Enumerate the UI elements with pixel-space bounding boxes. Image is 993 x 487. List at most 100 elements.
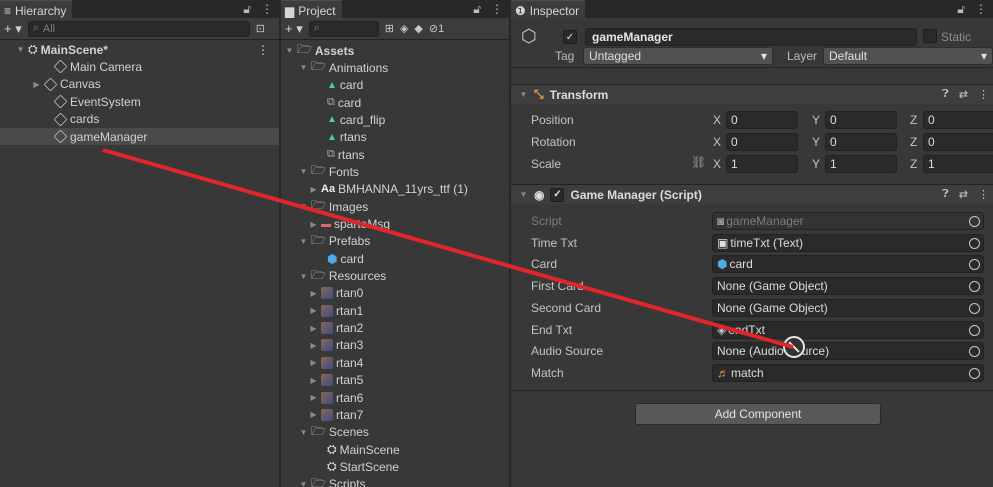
expand-arrow-icon[interactable]: ▶ (309, 289, 318, 298)
script-component-header[interactable]: ▼ ◉ ✓ Game Manager (Script) ❓︎ ⇄ ⋮ (511, 184, 993, 204)
tab-inspector[interactable]: ❶ Inspector (511, 0, 586, 18)
search-by-label-icon[interactable]: ◈ (400, 22, 408, 35)
add-component-button[interactable]: Add Component (635, 403, 881, 425)
expand-arrow-icon[interactable]: ▼ (299, 167, 308, 176)
project-item-resources[interactable]: ▼ 🗁 Resources (299, 268, 387, 285)
scale-x-field[interactable]: 1 (726, 155, 798, 173)
more-icon[interactable]: ⋮ (257, 43, 269, 57)
expand-arrow-icon[interactable]: ▼ (299, 202, 308, 211)
project-search-input[interactable]: ⌕ (308, 20, 379, 37)
active-checkbox[interactable]: ✓ (563, 30, 577, 44)
rotation-x-field[interactable]: 0 (726, 133, 798, 151)
project-item-rtan6[interactable]: ▶ rtan6 (309, 389, 363, 406)
object-picker-icon[interactable] (969, 281, 980, 293)
tag-dropdown[interactable]: Untagged ▾ (583, 47, 773, 65)
object-picker-icon[interactable] (969, 367, 980, 379)
card-field[interactable]: ⬢ card (712, 255, 984, 274)
object-picker-icon[interactable] (969, 259, 980, 271)
presets-icon[interactable]: ⇄ (959, 88, 968, 101)
hierarchy-item-eventsystem[interactable]: EventSystem (0, 93, 279, 110)
static-checkbox[interactable] (923, 29, 937, 43)
match-field[interactable]: ♬ match (712, 363, 984, 382)
expand-arrow-icon[interactable]: ▶ (309, 393, 318, 402)
project-item-scripts[interactable]: ▼ 🗁 Scripts (299, 476, 366, 487)
project-item-rtan0[interactable]: ▶ rtan0 (309, 285, 363, 302)
second-card-field[interactable]: None (Game Object) (712, 298, 984, 317)
project-item-prefabs[interactable]: ▼ 🗁 Prefabs (299, 233, 371, 250)
hidden-packages-icon[interactable]: ⊘1 (429, 22, 444, 35)
project-item-scenes[interactable]: ▼ 🗁 Scenes (299, 424, 369, 441)
component-enabled-checkbox[interactable]: ✓ (550, 187, 565, 202)
more-icon[interactable]: ⋮ (261, 2, 273, 17)
hierarchy-item-mainscene-[interactable]: ▼ ⛭ MainScene* ⋮ (0, 41, 279, 58)
object-picker-icon[interactable] (969, 346, 980, 358)
more-icon[interactable]: ⋮ (491, 2, 503, 17)
project-item-rtans[interactable]: ▲ rtans (327, 129, 367, 146)
project-item-card-flip[interactable]: ▲ card_flip (327, 111, 385, 128)
expand-arrow-icon[interactable]: ▼ (299, 428, 308, 437)
expand-arrow-icon[interactable]: ▶ (309, 185, 318, 194)
object-picker-icon[interactable] (969, 302, 980, 314)
project-item-card[interactable]: ▲ card (327, 77, 363, 94)
expand-arrow-icon[interactable]: ▶ (309, 220, 318, 229)
project-item-rtan4[interactable]: ▶ rtan4 (309, 354, 363, 371)
presets-icon[interactable]: ⇄ (959, 188, 968, 201)
object-picker-icon[interactable] (969, 237, 980, 249)
project-item-rtans[interactable]: ⧉ rtans (327, 146, 365, 163)
expand-arrow-icon[interactable]: ▶ (309, 410, 318, 419)
project-item-rtan3[interactable]: ▶ rtan3 (309, 337, 363, 354)
position-x-field[interactable]: 0 (726, 111, 798, 129)
more-icon[interactable]: ⋮ (978, 88, 989, 101)
expand-arrow-icon[interactable]: ▶ (309, 324, 318, 333)
scale-y-field[interactable]: 1 (825, 155, 897, 173)
expand-arrow-icon[interactable]: ▼ (299, 237, 308, 246)
project-item-rtan5[interactable]: ▶ rtan5 (309, 372, 363, 389)
project-item-rtan1[interactable]: ▶ rtan1 (309, 302, 363, 319)
expand-arrow-icon[interactable]: ▼ (299, 480, 308, 487)
expand-arrow-icon[interactable]: ▶ (309, 306, 318, 315)
help-icon[interactable]: ❓︎ (942, 88, 949, 101)
expand-arrow-icon[interactable]: ▶ (32, 80, 41, 89)
hierarchy-item-cards[interactable]: cards (0, 111, 279, 128)
lock-icon[interactable]: 🔓︎ (243, 2, 251, 17)
position-y-field[interactable]: 0 (825, 111, 897, 129)
layer-dropdown[interactable]: Default ▾ (823, 47, 993, 65)
end-txt-field[interactable]: ◈ endTxt (712, 320, 984, 339)
project-item-card[interactable]: ⬢ card (327, 250, 364, 267)
tab-hierarchy[interactable]: ≡ Hierarchy (0, 0, 73, 18)
object-name-field[interactable]: gameManager (585, 28, 917, 46)
lock-icon[interactable]: 🔓︎ (957, 2, 965, 17)
expand-arrow-icon[interactable]: ▶ (309, 358, 318, 367)
project-item-card[interactable]: ⧉ card (327, 94, 361, 111)
more-icon[interactable]: ⋮ (975, 2, 987, 17)
audio-source-field[interactable]: None (Audio Source) (712, 342, 984, 361)
help-icon[interactable]: ❓︎ (942, 188, 949, 201)
expand-arrow-icon[interactable]: ▼ (285, 46, 294, 55)
project-item-images[interactable]: ▼ 🗁 Images (299, 198, 369, 215)
tab-project[interactable]: ▆ Project (281, 0, 342, 18)
scene-visibility-icon[interactable]: ⊡ (256, 22, 265, 35)
transform-header[interactable]: ▼ ⤡ Transform ❓︎ ⇄ ⋮ (511, 84, 993, 104)
search-by-type-icon[interactable]: ⊞ (385, 22, 394, 35)
project-item-startscene[interactable]: ⛭ StartScene (327, 458, 399, 475)
project-item-animations[interactable]: ▼ 🗁 Animations (299, 59, 389, 76)
hierarchy-item-canvas[interactable]: ▶ Canvas (0, 76, 279, 93)
expand-arrow-icon[interactable]: ▼ (299, 272, 308, 281)
project-item-bmhanna-11yrs-ttf-1-[interactable]: ▶ Aa BMHANNA_11yrs_ttf (1) (309, 181, 467, 198)
link-scale-icon[interactable]: ⛓ (691, 155, 706, 169)
rotation-y-field[interactable]: 0 (825, 133, 897, 151)
expand-arrow-icon[interactable]: ▶ (309, 341, 318, 350)
create-asset-button[interactable]: + ▾ (285, 21, 303, 37)
expand-arrow-icon[interactable]: ▼ (16, 45, 25, 54)
first-card-field[interactable]: None (Game Object) (712, 277, 984, 296)
object-picker-icon[interactable] (969, 324, 980, 336)
expand-arrow-icon[interactable]: ▶ (309, 376, 318, 385)
more-icon[interactable]: ⋮ (978, 188, 989, 201)
favorite-icon[interactable]: ◆ (414, 22, 422, 35)
hierarchy-item-gamemanager[interactable]: gameManager (0, 128, 279, 145)
time-txt-field[interactable]: ▣ timeTxt (Text) (712, 233, 984, 252)
lock-icon[interactable]: 🔓︎ (473, 2, 481, 17)
position-z-field[interactable]: 0 (923, 111, 993, 129)
scale-z-field[interactable]: 1 (923, 155, 993, 173)
object-picker-icon[interactable] (969, 216, 980, 227)
